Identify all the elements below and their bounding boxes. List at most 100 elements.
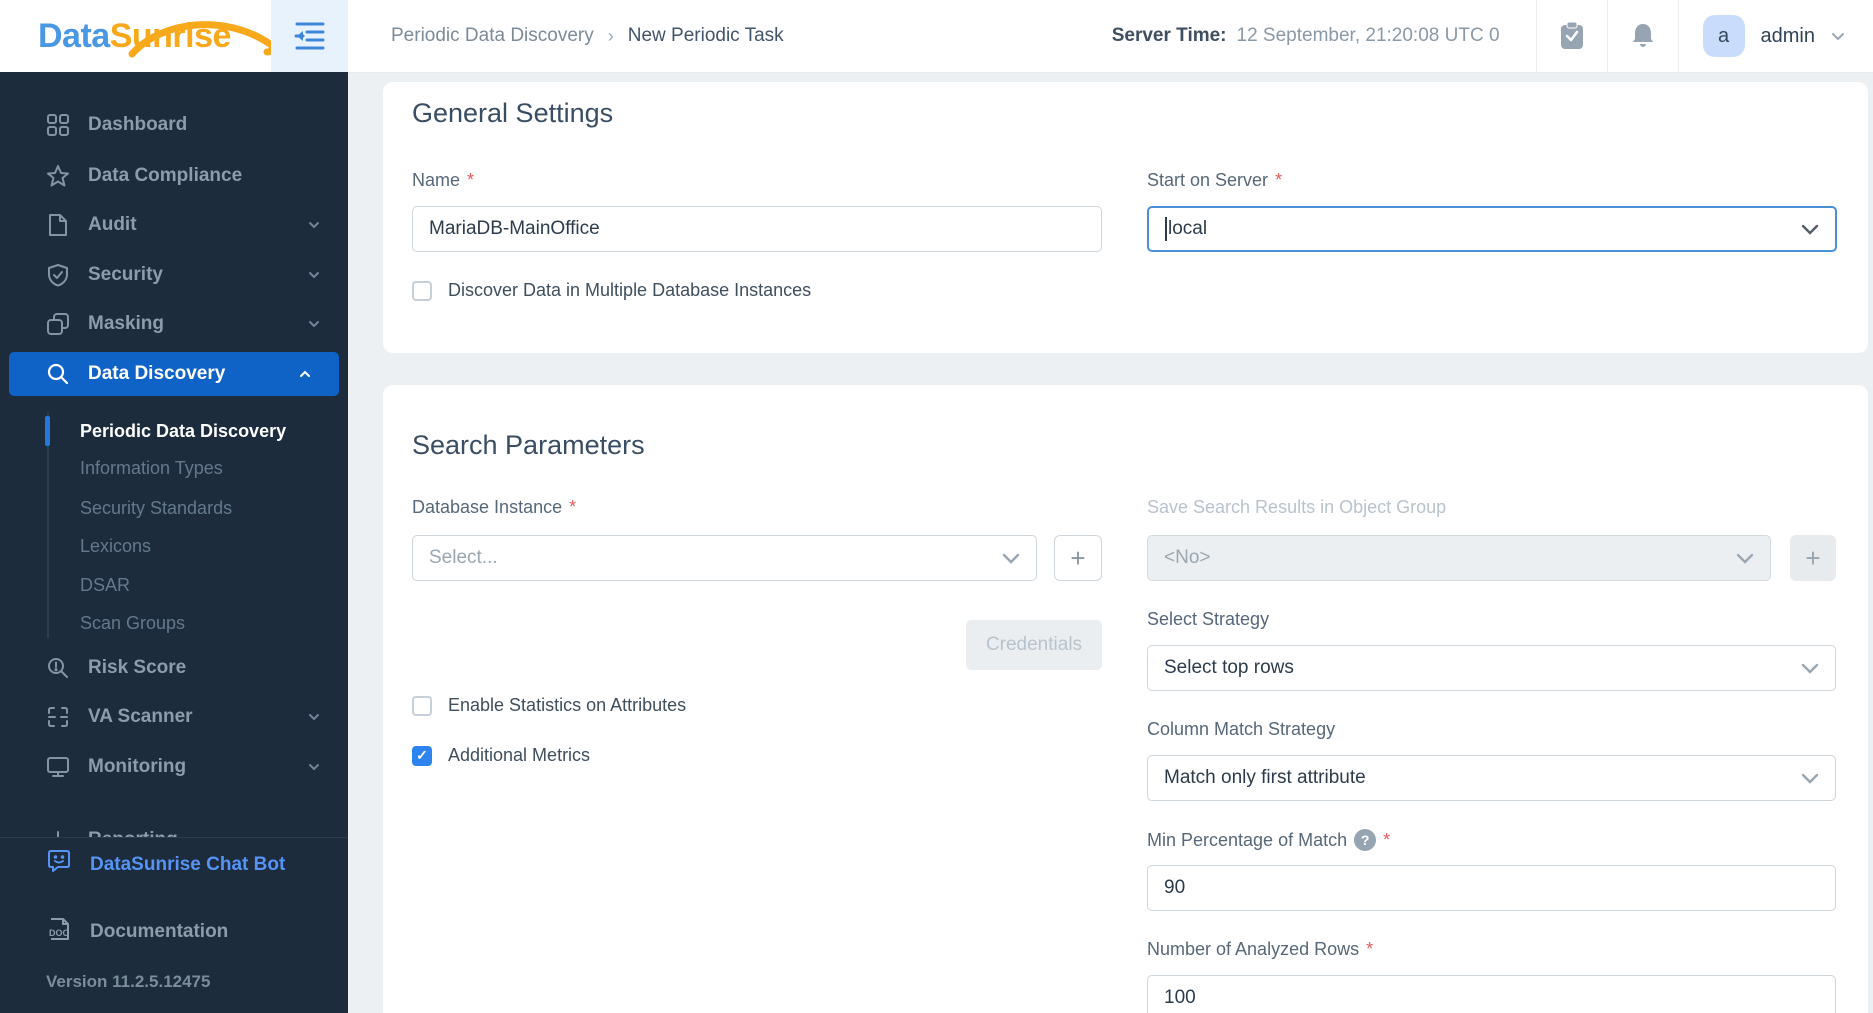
name-input[interactable] [412,206,1102,252]
help-icon[interactable]: ? [1354,829,1377,851]
chevron-down-icon [308,713,320,721]
sidebar-subitem-scan-groups[interactable]: Scan Groups [0,608,348,638]
plus-icon: + [1070,542,1086,573]
sidebar-subitem-label: Scan Groups [80,612,186,633]
sidebar-item-data-discovery[interactable]: Data Discovery [9,352,339,396]
doc-file-icon: DOC [46,916,72,948]
multi-instance-checkbox-row[interactable]: Discover Data in Multiple Database Insta… [412,280,811,301]
section-title: General Settings [412,98,614,128]
sidebar-item-label: Audit [88,214,137,235]
search-icon [46,362,70,386]
additional-metrics-checkbox-row[interactable]: ✓ Additional Metrics [412,745,590,766]
start-on-server-value: local [1168,218,1208,239]
plus-icon: + [1805,542,1821,573]
section-title: Search Parameters [412,430,645,460]
logo-word-data: Data [38,17,110,55]
sidebar-item-security[interactable]: Security [0,253,348,297]
add-database-instance-button[interactable]: + [1054,535,1102,581]
sidebar-subitem-information-types[interactable]: Information Types [0,453,348,483]
chevron-up-icon [299,370,311,378]
min-percentage-input[interactable] [1147,865,1836,911]
sidebar-subitem-security-standards[interactable]: Security Standards [0,493,348,523]
save-results-value: <No> [1164,547,1211,568]
server-time-value: 12 September, 21:20:08 UTC 0 [1236,25,1500,46]
start-on-server-select[interactable]: local [1147,206,1837,252]
sidebar-item-label: Masking [88,313,165,334]
required-marker: * [467,170,475,190]
star-icon [46,164,70,188]
notifications-button[interactable] [1608,0,1678,72]
sidebar-item-label: Security [88,264,163,285]
enable-statistics-checkbox-row[interactable]: Enable Statistics on Attributes [412,695,686,716]
sidebar-subitem-lexicons[interactable]: Lexicons [0,531,348,561]
sidebar: Dashboard Data Compliance Audit Security… [0,72,348,1013]
chevron-down-icon [1801,773,1819,784]
sidebar-item-chat-bot[interactable]: DataSunrise Chat Bot [0,843,348,887]
user-menu[interactable]: a admin [1679,15,1873,57]
checkbox-unchecked[interactable] [412,280,432,301]
breadcrumb-parent[interactable]: Periodic Data Discovery [391,25,594,47]
chevron-down-icon [308,763,320,771]
sidebar-item-masking[interactable]: Masking [0,302,348,346]
sidebar-item-va-scanner[interactable]: VA Scanner [0,695,348,739]
sidebar-item-data-compliance[interactable]: Data Compliance [0,154,348,198]
doc-icon-text: DOC [49,928,70,938]
required-marker: * [1366,939,1374,959]
sidebar-item-risk-score[interactable]: Risk Score [0,646,348,690]
column-match-select[interactable]: Match only first attribute [1147,755,1836,801]
shield-check-icon [46,263,70,287]
select-strategy-value: Select top rows [1164,657,1294,678]
additional-metrics-label: Additional Metrics [448,745,591,765]
chevron-down-icon [1801,663,1819,674]
sidebar-item-label: Data Discovery [88,363,226,384]
datasunrise-logo: DataSunrise [38,14,276,58]
chat-bot-icon [46,849,72,881]
sidebar-nav: Dashboard Data Compliance Audit Security… [0,72,348,837]
app-window: DataSunrise Periodic Data Discovery › Ne… [0,0,1873,1013]
credentials-button: Credentials [966,620,1102,670]
multi-instance-label: Discover Data in Multiple Database Insta… [448,280,812,300]
user-name: admin [1760,24,1815,47]
sidebar-subitem-dsar[interactable]: DSAR [0,570,348,600]
sidebar-subitem-label: Security Standards [80,497,233,518]
sidebar-item-label: Risk Score [88,657,187,678]
collapse-sidebar-button[interactable] [271,0,348,72]
add-object-group-button: + [1790,535,1836,581]
server-time: Server Time: 12 September, 21:20:08 UTC … [1112,25,1536,47]
database-instance-select[interactable]: Select... [412,535,1037,581]
sidebar-subitem-label: DSAR [80,574,131,595]
sidebar-item-dashboard[interactable]: Dashboard [0,103,348,147]
search-parameters-card: Search Parameters Database Instance * Sel… [383,385,1868,1013]
select-strategy-select[interactable]: Select top rows [1147,645,1836,691]
chevron-down-icon [308,271,320,279]
required-marker: * [569,497,577,517]
required-marker: * [1275,170,1283,190]
checkbox-checked[interactable]: ✓ [412,745,432,766]
logo-strip: DataSunrise [0,0,348,72]
sidebar-footer: DataSunrise Chat Bot DOC Documentation V… [0,837,348,1013]
bar-chart-icon [46,828,70,837]
chevron-down-icon [308,221,320,229]
sidebar-item-label: VA Scanner [88,706,193,727]
checkbox-unchecked[interactable] [412,695,432,716]
sidebar-item-label: DataSunrise Chat Bot [90,854,286,875]
save-results-label: Save Search Results in Object Group [1147,497,1447,517]
select-strategy-label: Select Strategy [1147,609,1270,629]
avatar: a [1702,15,1745,57]
risk-magnifier-icon [46,656,70,680]
sidebar-subitem-periodic-data-discovery[interactable]: Periodic Data Discovery [0,416,348,446]
sidebar-item-reporting[interactable]: Reporting [0,818,348,837]
clipboard-check-icon [1560,22,1583,49]
database-instance-placeholder: Select... [429,547,498,568]
sidebar-item-monitoring[interactable]: Monitoring [0,745,348,789]
sidebar-item-documentation[interactable]: DOC Documentation [0,910,348,954]
min-percentage-label: Min Percentage of Match ? * [1147,829,1391,851]
analyzed-rows-input[interactable] [1147,975,1836,1013]
scanner-frame-icon [46,705,70,729]
sidebar-item-audit[interactable]: Audit [0,203,348,247]
chevron-down-icon [1736,553,1754,564]
sidebar-item-label: Monitoring [88,756,187,777]
dashboard-grid-icon [46,113,70,137]
analyzed-rows-label: Number of Analyzed Rows * [1147,939,1374,959]
tasks-button[interactable] [1537,0,1607,72]
